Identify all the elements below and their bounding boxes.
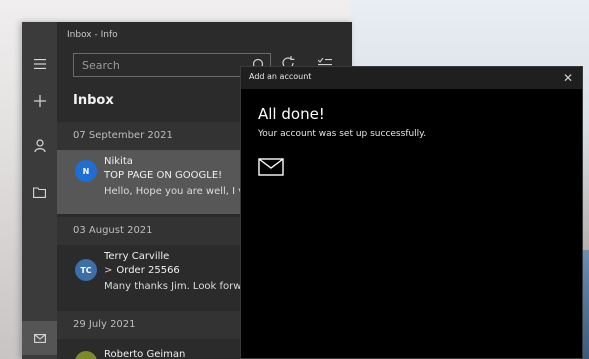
- mail-sender: Nikita: [104, 156, 133, 167]
- folder-title: Inbox: [73, 93, 114, 108]
- mail-sender: Roberto Geiman: [104, 349, 186, 359]
- dialog-title: Add an account: [249, 72, 312, 81]
- add-account-dialog: Add an account ✕ All done! Your account …: [240, 66, 583, 359]
- new-mail-button[interactable]: [22, 84, 57, 118]
- avatar: N: [75, 160, 97, 182]
- chevron-right-icon: >: [104, 265, 113, 276]
- mail-subject: Order 25566: [116, 265, 180, 276]
- hamburger-icon: [33, 59, 46, 69]
- person-icon: [33, 138, 46, 152]
- dialog-message: Your account was set up successfully.: [258, 129, 427, 139]
- mail-subject: TOP PAGE ON GOOGLE!: [104, 170, 223, 181]
- mail-button[interactable]: [22, 321, 57, 355]
- mail-subject-row: > Order 25566: [104, 265, 180, 276]
- accounts-button[interactable]: [22, 128, 57, 162]
- folder-icon: [33, 186, 46, 198]
- mail-icon: [258, 158, 284, 176]
- nav-rail: [22, 22, 57, 359]
- mail-sender: Terry Carville: [104, 251, 170, 262]
- folders-button[interactable]: [22, 175, 57, 209]
- close-button[interactable]: ✕: [560, 70, 576, 86]
- avatar: TC: [75, 259, 97, 281]
- plus-icon: [33, 95, 46, 107]
- dialog-heading: All done!: [258, 105, 325, 123]
- window-title: Inbox - Info: [67, 30, 118, 40]
- menu-button[interactable]: [22, 47, 57, 81]
- mail-preview: Many thanks Jim. Look forw: [104, 281, 242, 292]
- dialog-header: Add an account ✕: [241, 67, 582, 89]
- avatar: [75, 351, 97, 359]
- mail-icon: [33, 333, 46, 343]
- search-input[interactable]: [82, 58, 242, 72]
- mail-preview: Hello, Hope you are well, I v: [104, 186, 245, 197]
